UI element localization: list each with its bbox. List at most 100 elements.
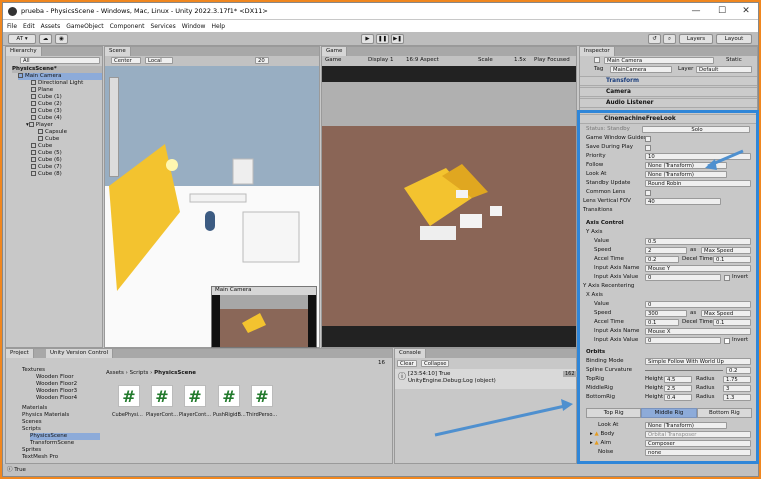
tree-item[interactable]: Cube (3) — [31, 108, 62, 115]
pause-button[interactable]: ❚❚ — [376, 34, 389, 44]
breadcrumb-item[interactable]: Scripts — [130, 370, 149, 376]
script-file-icon[interactable]: # — [151, 385, 173, 407]
tab-game[interactable]: Game — [322, 47, 348, 56]
tab-console[interactable]: Console — [395, 349, 426, 358]
aim-dropdown[interactable]: Composer — [645, 440, 751, 447]
xaxis-speed-field[interactable]: 300 — [645, 310, 687, 317]
middlerig-height-field[interactable]: 2.5 — [664, 385, 692, 392]
play-focused-dropdown[interactable]: Play Focused — [534, 57, 570, 63]
aim-foldout[interactable]: ▸ ▲ Aim — [590, 439, 611, 448]
tree-folder[interactable]: Scripts — [22, 426, 41, 433]
tree-item[interactable]: Capsule — [38, 129, 67, 136]
fov-label[interactable]: Lens Vertical FOV — [583, 197, 631, 206]
yaxis-input-value-field[interactable]: 0 — [645, 274, 721, 281]
menu-assets[interactable]: Assets — [41, 23, 61, 30]
tree-folder[interactable]: Wooden Floor2 — [36, 381, 77, 388]
tree-folder[interactable]: TransformScene — [30, 440, 74, 447]
hierarchy-search-input[interactable]: All — [20, 57, 100, 64]
xaxis-value-field[interactable]: 0 — [645, 301, 751, 308]
static-toggle[interactable]: Static — [726, 57, 742, 63]
bottomrig-radius-field[interactable]: 1.3 — [723, 394, 751, 401]
tree-item[interactable]: Plane — [31, 87, 53, 94]
toprig-radius-field[interactable]: 1.75 — [723, 376, 751, 383]
tree-folder[interactable]: TextMesh Pro — [22, 454, 58, 461]
tree-folder[interactable]: Materials — [22, 405, 47, 412]
follow-field[interactable]: None (Transform) — [645, 162, 727, 169]
tree-folder[interactable]: PhysicsScene — [30, 433, 100, 440]
script-file-icon[interactable]: # — [218, 385, 240, 407]
tree-item[interactable]: ▾ Player — [26, 122, 53, 129]
xaxis-accel-field[interactable]: 0.1 — [645, 319, 679, 326]
display-dropdown[interactable]: Display 1 — [368, 57, 394, 63]
tree-item[interactable]: Cube (1) — [31, 94, 62, 101]
tree-item[interactable]: Cube (4) — [31, 115, 62, 122]
tree-folder[interactable]: Scenes — [22, 419, 42, 426]
breadcrumb-item[interactable]: PhysicsScene — [154, 370, 196, 376]
yaxis-speed-field[interactable]: 2 — [645, 247, 687, 254]
maximize-button[interactable]: ☐ — [709, 4, 735, 17]
spline-slider[interactable] — [645, 370, 723, 371]
menu-gameobject[interactable]: GameObject — [66, 23, 103, 30]
component-transform[interactable]: Transform — [580, 76, 757, 86]
tree-folder[interactable]: Physics Materials — [22, 412, 69, 419]
cloud-icon[interactable]: ☁ — [39, 34, 52, 44]
tree-item[interactable]: Cube (6) — [31, 157, 62, 164]
search-icon[interactable]: ⌕ — [663, 34, 676, 44]
tree-item[interactable]: Cube (5) — [31, 150, 62, 157]
object-name-field[interactable]: Main Camera — [604, 57, 714, 64]
collapse-button[interactable]: Collapse — [421, 360, 449, 367]
tab-project[interactable]: Project — [6, 349, 34, 358]
tree-item[interactable]: Main Camera — [18, 73, 102, 80]
layer-dropdown[interactable]: Default — [696, 66, 752, 73]
log-entry[interactable]: ⓘ [23:54:10] True UnityEngine.Debug:Log … — [395, 369, 577, 389]
history-icon[interactable]: ↺ — [648, 34, 661, 44]
script-file-icon[interactable]: # — [118, 385, 140, 407]
tab-middle-rig[interactable]: Middle Rig — [641, 408, 697, 418]
script-file-icon[interactable]: # — [184, 385, 206, 407]
fov-field[interactable]: 40 — [645, 198, 721, 205]
tree-item[interactable]: Cube (7) — [31, 164, 62, 171]
tree-item[interactable]: Directional Light — [31, 80, 83, 87]
tag-dropdown[interactable]: MainCamera — [610, 66, 672, 73]
step-button[interactable]: ▶❚ — [391, 34, 404, 44]
space-dropdown[interactable]: Local — [145, 57, 173, 64]
guides-checkbox[interactable] — [645, 136, 651, 142]
clear-button[interactable]: Clear — [397, 360, 417, 367]
recentering-foldout[interactable]: Y Axis Recentering — [583, 282, 634, 291]
common-lens-checkbox[interactable] — [645, 190, 651, 196]
tab-scene[interactable]: Scene — [105, 47, 131, 56]
priority-field[interactable]: 10 — [645, 153, 751, 160]
middlerig-radius-field[interactable]: 3 — [723, 385, 751, 392]
component-camera[interactable]: Camera — [580, 87, 757, 97]
xaxis-input-value-field[interactable]: 0 — [645, 337, 721, 344]
cinemachine-header[interactable]: CinemachineFreeLook — [580, 114, 756, 124]
tree-item[interactable]: Cube (8) — [31, 171, 62, 178]
tab-bottom-rig[interactable]: Bottom Rig — [696, 408, 752, 418]
play-button[interactable]: ▶ — [361, 34, 374, 44]
gizmo-size-field[interactable]: 20 — [255, 57, 269, 64]
tree-folder[interactable]: Wooden Floor4 — [36, 395, 77, 402]
xaxis-decel-field[interactable]: 0.1 — [713, 319, 751, 326]
account-button[interactable]: AT ▾ — [8, 34, 36, 44]
game-mode-dropdown[interactable]: Game — [325, 57, 341, 63]
yaxis-foldout[interactable]: Y Axis — [586, 228, 603, 237]
tab-version-control[interactable]: Unity Version Control — [46, 349, 114, 358]
transitions-foldout[interactable]: Transitions — [583, 206, 612, 215]
xaxis-foldout[interactable]: X Axis — [586, 291, 603, 300]
collab-icon[interactable]: ◉ — [55, 34, 68, 44]
tree-item[interactable]: Cube — [38, 136, 59, 143]
yaxis-name-field[interactable]: Mouse Y — [645, 265, 751, 272]
close-button[interactable]: ✕ — [733, 4, 759, 17]
yaxis-decel-field[interactable]: 0.1 — [713, 256, 751, 263]
xaxis-name-field[interactable]: Mouse X — [645, 328, 751, 335]
menu-window[interactable]: Window — [182, 23, 206, 30]
toprig-height-field[interactable]: 4.5 — [664, 376, 692, 383]
standby-dropdown[interactable]: Round Robin — [645, 180, 751, 187]
body-foldout[interactable]: ▸ ▲ Body — [590, 430, 614, 439]
tree-folder[interactable]: Textures — [22, 367, 45, 374]
tree-item[interactable]: Cube — [31, 143, 52, 150]
tab-hierarchy[interactable]: Hierarchy — [6, 47, 42, 56]
bottomrig-height-field[interactable]: 0.4 — [664, 394, 692, 401]
tree-folder[interactable]: Wooden Floor — [36, 374, 74, 381]
yaxis-value-field[interactable]: 0.5 — [645, 238, 751, 245]
